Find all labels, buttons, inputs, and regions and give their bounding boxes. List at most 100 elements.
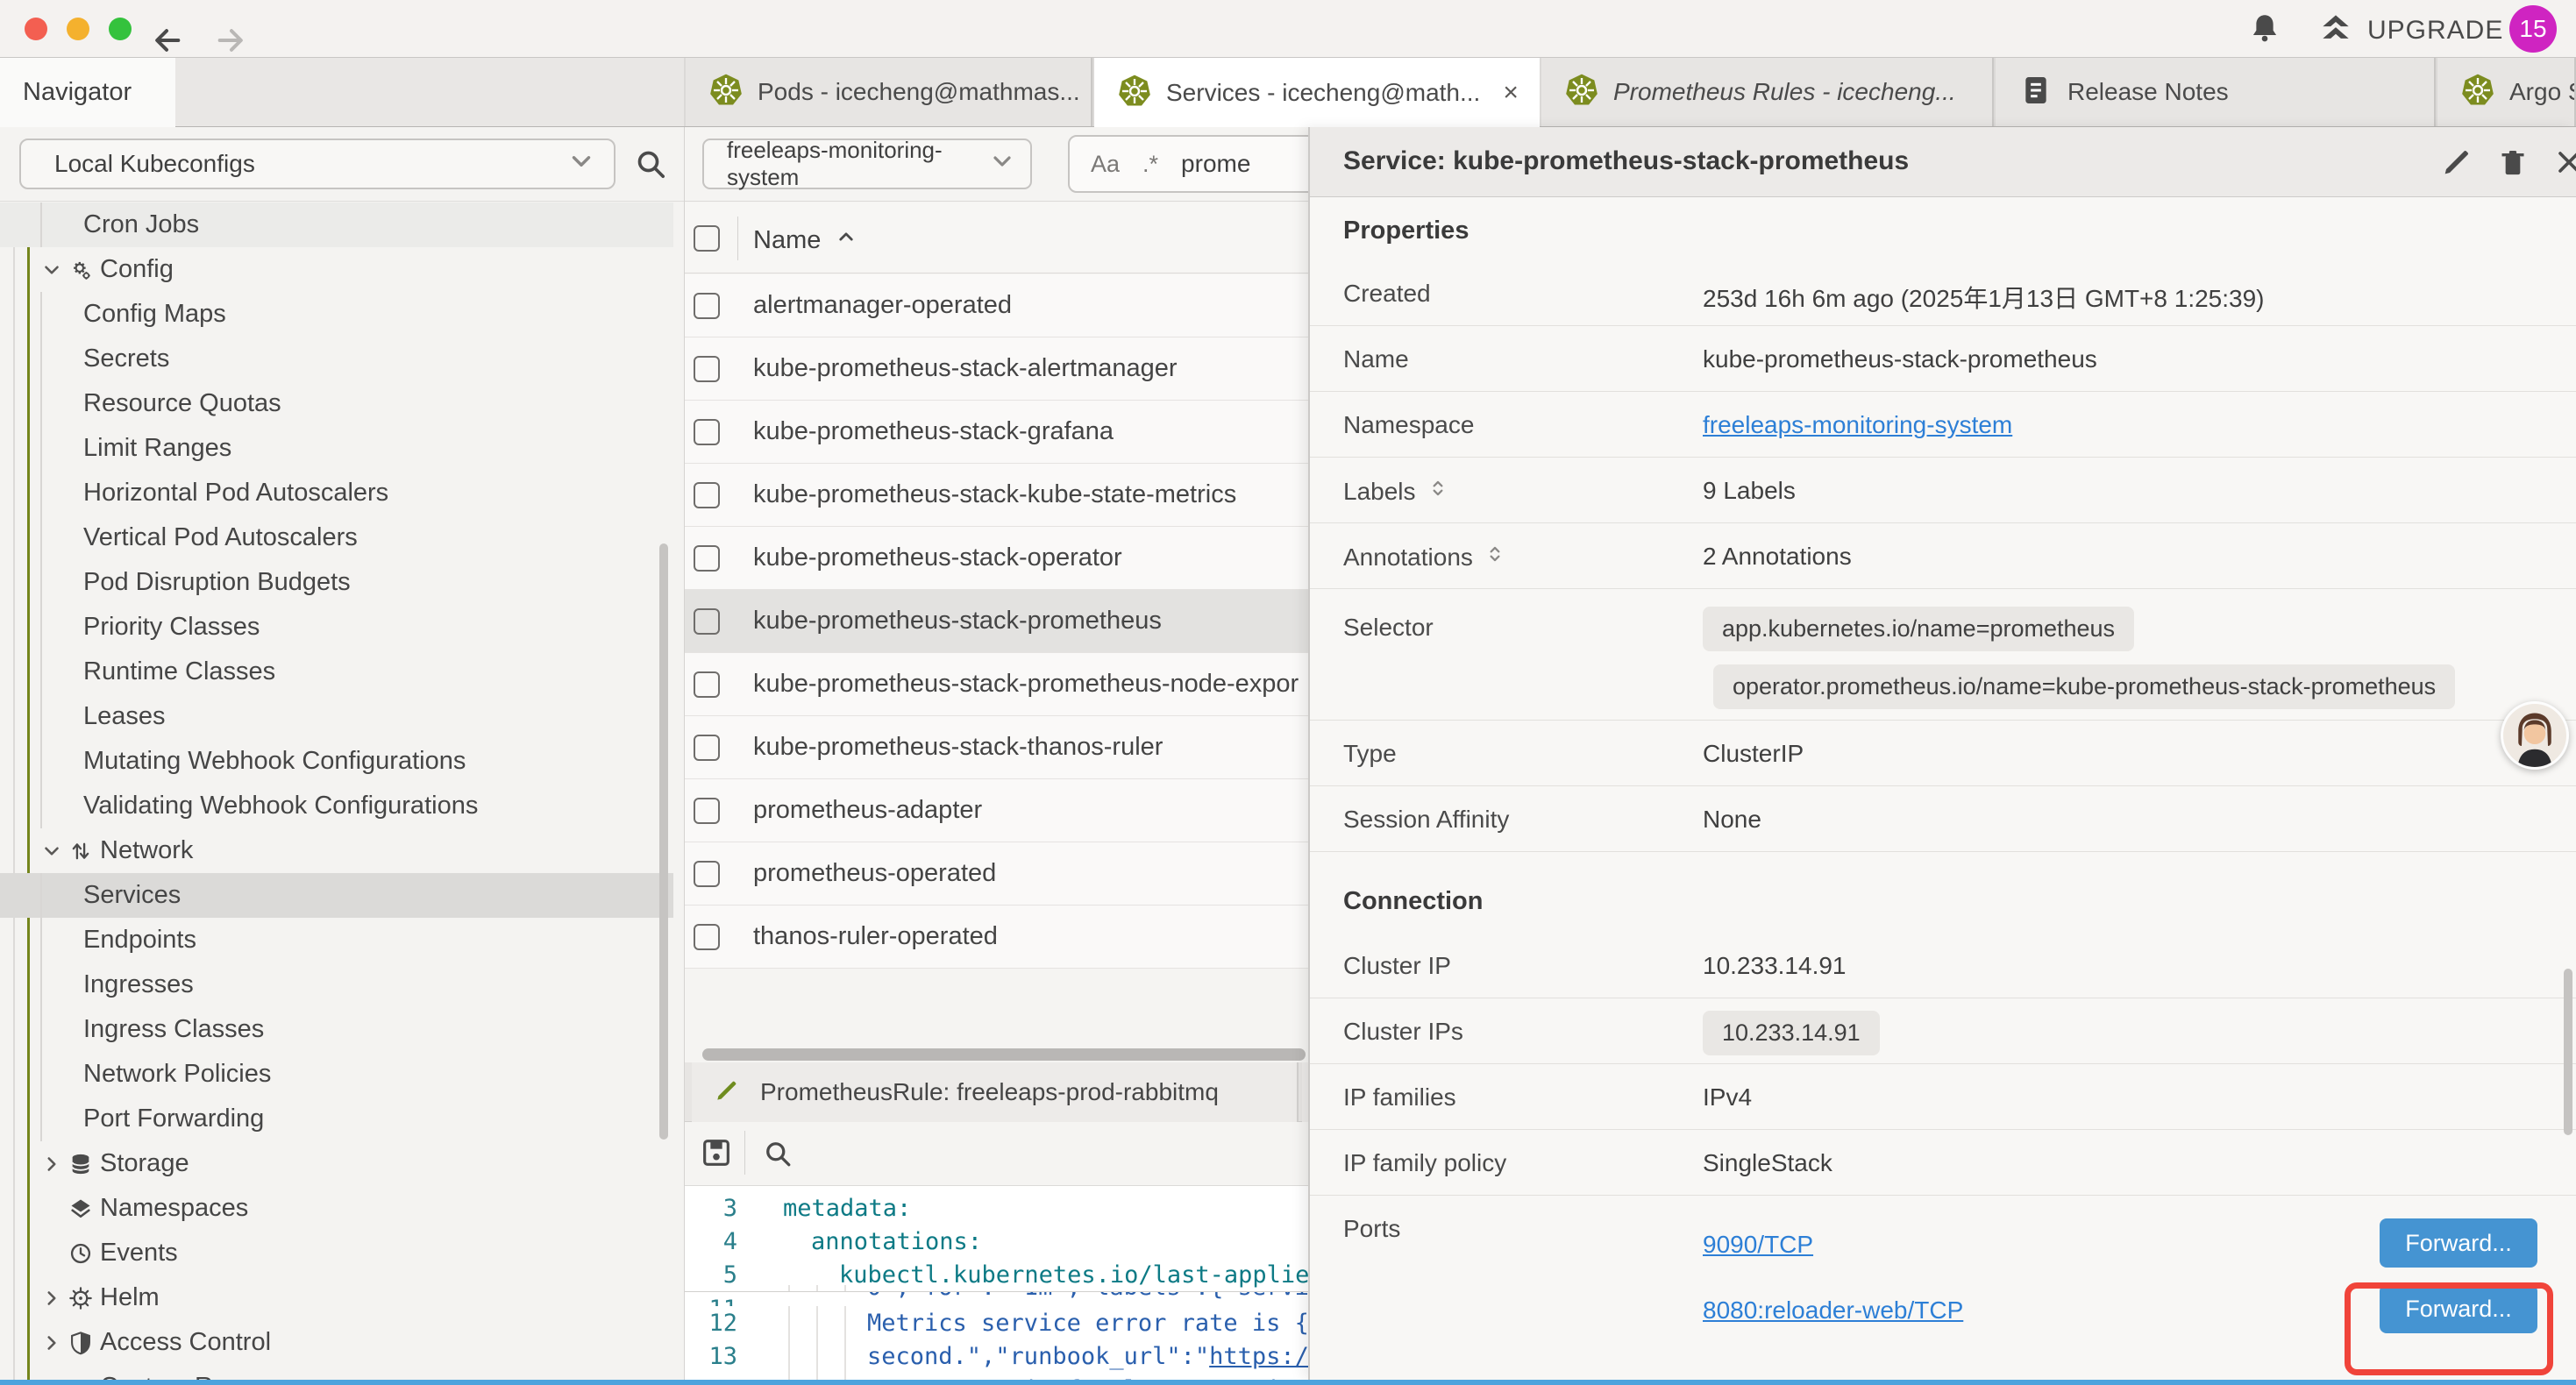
chevron-down-icon[interactable] — [40, 259, 63, 288]
row-checkbox[interactable] — [694, 861, 720, 887]
sidebar-item-port-forwarding[interactable]: Port Forwarding — [0, 1097, 673, 1141]
chevron-right-icon[interactable] — [40, 1332, 63, 1361]
maximize-window-icon[interactable] — [109, 18, 132, 40]
sidebar-item-endpoints[interactable]: Endpoints — [0, 918, 673, 962]
notification-count-badge[interactable]: 15 — [2509, 5, 2557, 53]
tab-pods-icecheng-mathmas[interactable]: Pods - icecheng@mathmas... — [686, 58, 1092, 126]
name-column-header[interactable]: Name — [753, 224, 859, 257]
table-row-prometheus-operated[interactable]: prometheus-operated — [685, 842, 1308, 906]
editor-line-14[interactable]: 14error rate in freeleaps metrics ser — [685, 1373, 1308, 1380]
sidebar-item-horizontal-pod-autoscalers[interactable]: Horizontal Pod Autoscalers — [0, 471, 673, 515]
forward-button-1[interactable]: Forward... — [2380, 1218, 2537, 1268]
notifications-bell-icon[interactable] — [2246, 11, 2283, 52]
kubeconfig-dropdown[interactable]: Local Kubeconfigs — [19, 138, 616, 189]
sidebar-item-resource-quotas[interactable]: Resource Quotas — [0, 381, 673, 426]
sidebar-search-icon[interactable] — [633, 146, 668, 186]
table-row-prometheus-adapter[interactable]: prometheus-adapter — [685, 779, 1308, 842]
tab-argo-se[interactable]: Argo Se — [2437, 58, 2576, 126]
sidebar-item-custom-resources[interactable]: Custom Resources — [0, 1365, 673, 1380]
table-row-kube-prometheus-stack-prometheus[interactable]: kube-prometheus-stack-prometheus — [685, 590, 1308, 653]
table-row-thanos-ruler-operated[interactable]: thanos-ruler-operated — [685, 906, 1308, 969]
row-checkbox[interactable] — [694, 671, 720, 698]
sidebar-item-network-policies[interactable]: Network Policies — [0, 1052, 673, 1097]
sidebar-item-leases[interactable]: Leases — [0, 694, 673, 739]
editor-line-4[interactable]: 4annotations: — [685, 1225, 1308, 1258]
table-row-alertmanager-operated[interactable]: alertmanager-operated — [685, 274, 1308, 337]
table-row-kube-prometheus-stack-prometheus-node-expor[interactable]: kube-prometheus-stack-prometheus-node-ex… — [685, 653, 1308, 716]
row-checkbox[interactable] — [694, 356, 720, 382]
editor-line-11[interactable]: 110","for": "1m","labels":{"service":" — [685, 1291, 1308, 1306]
sidebar-item-events[interactable]: Events — [0, 1231, 673, 1275]
close-tab-icon[interactable]: × — [1503, 78, 1519, 108]
match-case-toggle[interactable]: Aa — [1091, 151, 1120, 178]
horizontal-scrollbar-thumb[interactable] — [702, 1048, 1306, 1061]
detail-scrollbar[interactable] — [2564, 969, 2572, 1135]
edit-icon[interactable] — [2439, 145, 2474, 184]
sidebar-item-ingress-classes[interactable]: Ingress Classes — [0, 1007, 673, 1052]
row-checkbox[interactable] — [694, 482, 720, 508]
sidebar-item-pod-disruption-budgets[interactable]: Pod Disruption Budgets — [0, 560, 673, 605]
forward-button-2[interactable]: Forward... — [2380, 1284, 2537, 1333]
sidebar-item-services[interactable]: Services — [0, 873, 673, 918]
sidebar-item-mutating-webhook-configurations[interactable]: Mutating Webhook Configurations — [0, 739, 673, 784]
chevron-right-icon[interactable] — [40, 1153, 63, 1183]
namespace-dropdown[interactable]: freeleaps-monitoring-system — [702, 138, 1032, 189]
sidebar-item-priority-classes[interactable]: Priority Classes — [0, 605, 673, 650]
close-icon[interactable] — [2551, 145, 2576, 184]
row-checkbox[interactable] — [694, 735, 720, 761]
table-row-kube-prometheus-stack-kube-state-metrics[interactable]: kube-prometheus-stack-kube-state-metrics — [685, 464, 1308, 527]
chevron-down-icon[interactable] — [40, 840, 63, 870]
row-checkbox[interactable] — [694, 419, 720, 445]
table-row-kube-prometheus-stack-thanos-ruler[interactable]: kube-prometheus-stack-thanos-ruler — [685, 716, 1308, 779]
sidebar-item-runtime-classes[interactable]: Runtime Classes — [0, 650, 673, 694]
port-link-9090-tcp[interactable]: 9090/TCP — [1703, 1231, 1813, 1259]
row-checkbox[interactable] — [694, 293, 720, 319]
select-all-checkbox[interactable] — [694, 225, 720, 252]
sidebar-item-limit-ranges[interactable]: Limit Ranges — [0, 426, 673, 471]
tab-prometheus-rules-icecheng[interactable]: Prometheus Rules - icecheng... — [1541, 58, 1994, 126]
editor-line-12[interactable]: 12Metrics service error rate is {{ $va — [685, 1306, 1308, 1339]
sidebar-item-secrets[interactable]: Secrets — [0, 337, 673, 381]
editor-line-13[interactable]: 13second.","runbook_url":"https://net — [685, 1339, 1308, 1373]
save-icon[interactable] — [699, 1135, 734, 1175]
row-checkbox[interactable] — [694, 924, 720, 950]
table-row-kube-prometheus-stack-operator[interactable]: kube-prometheus-stack-operator — [685, 527, 1308, 590]
assistant-avatar[interactable] — [2501, 701, 2569, 770]
port-link-8080-reloader-web-tcp[interactable]: 8080:reloader-web/TCP — [1703, 1296, 1963, 1325]
sidebar-item-namespaces[interactable]: Namespaces — [0, 1186, 673, 1231]
tab-release-notes[interactable]: Release Notes — [1996, 58, 2436, 126]
sidebar-item-config[interactable]: Config — [0, 247, 673, 292]
chevron-right-icon[interactable] — [40, 1287, 63, 1317]
editor-line-3[interactable]: 3metadata: — [685, 1191, 1308, 1225]
row-checkbox[interactable] — [694, 545, 720, 572]
sidebar-item-cron-jobs[interactable]: Cron Jobs — [0, 202, 673, 247]
editor-tab-next[interactable] — [1302, 1062, 1308, 1122]
tab-services-icecheng-math[interactable]: Services - icecheng@math...× — [1094, 58, 1540, 128]
editor-search-icon[interactable] — [762, 1138, 793, 1174]
sidebar-scrollbar[interactable] — [659, 543, 668, 1140]
navigator-panel-tab[interactable]: Navigator — [0, 58, 175, 127]
sidebar-item-ingresses[interactable]: Ingresses — [0, 962, 673, 1007]
table-row-kube-prometheus-stack-grafana[interactable]: kube-prometheus-stack-grafana — [685, 401, 1308, 464]
upgrade-button[interactable]: UPGRADE — [2316, 9, 2503, 52]
sidebar-item-config-maps[interactable]: Config Maps — [0, 292, 673, 337]
row-checkbox[interactable] — [694, 798, 720, 824]
sidebar-item-vertical-pod-autoscalers[interactable]: Vertical Pod Autoscalers — [0, 515, 673, 560]
row-checkbox[interactable] — [694, 608, 720, 635]
yaml-editor[interactable]: 3metadata:4annotations:5kubectl.kubernet… — [685, 1185, 1308, 1380]
editor-tab-prometheusrule[interactable]: PrometheusRule: freeleaps-prod-rabbitmq — [692, 1062, 1299, 1122]
table-row-kube-prometheus-stack-alertmanager[interactable]: kube-prometheus-stack-alertmanager — [685, 337, 1308, 401]
sidebar-item-access-control[interactable]: Access Control — [0, 1320, 673, 1365]
namespace-link[interactable]: freeleaps-monitoring-system — [1703, 411, 2012, 438]
regex-toggle[interactable]: .* — [1142, 151, 1158, 178]
expand-collapse-icon[interactable] — [1484, 543, 1506, 572]
resource-search-input[interactable]: Aa .* prome — [1068, 135, 1308, 193]
minimize-window-icon[interactable] — [67, 18, 89, 40]
sidebar-item-storage[interactable]: Storage — [0, 1141, 673, 1186]
sidebar-item-validating-webhook-configurations[interactable]: Validating Webhook Configurations — [0, 784, 673, 828]
expand-collapse-icon[interactable] — [1427, 477, 1449, 506]
delete-icon[interactable] — [2495, 145, 2530, 184]
close-window-icon[interactable] — [25, 18, 47, 40]
sidebar-item-network[interactable]: Network — [0, 828, 673, 873]
editor-line-5[interactable]: 5kubectl.kubernetes.io/last-applied-co — [685, 1258, 1308, 1291]
